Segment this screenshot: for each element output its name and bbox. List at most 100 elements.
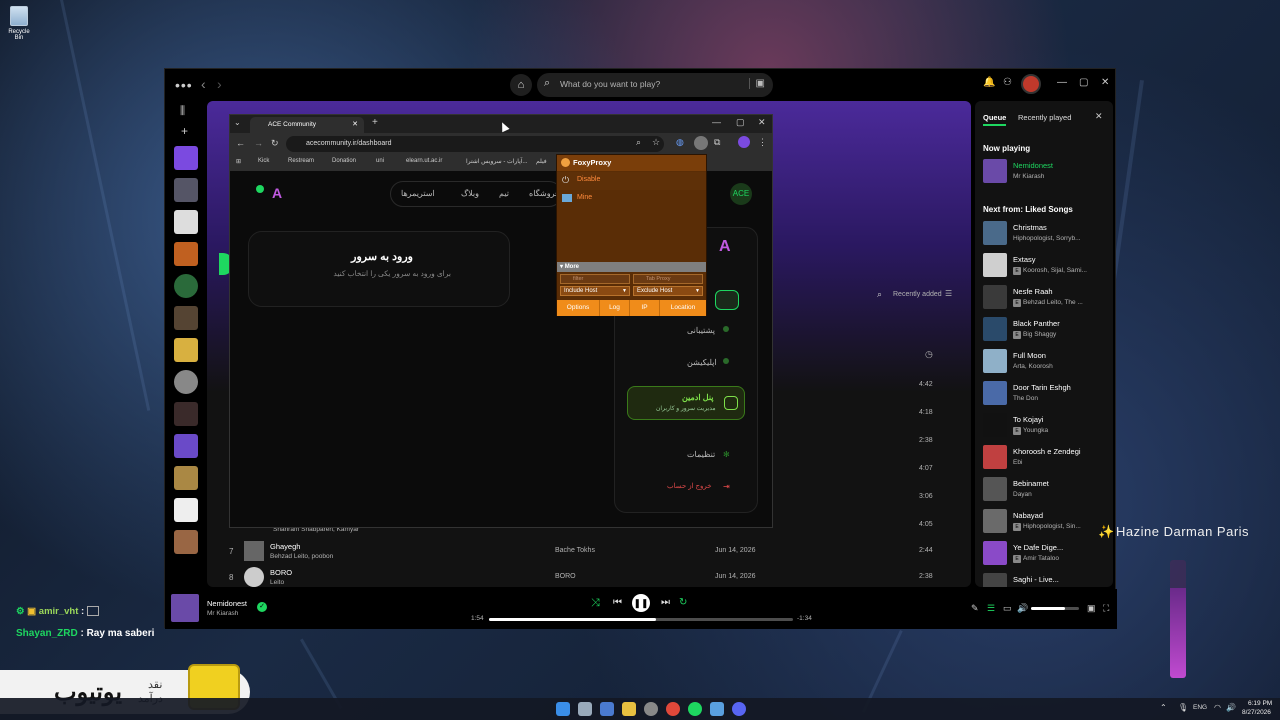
queue-item[interactable]: Khoroosh e Zendegi Ebi	[983, 445, 1109, 471]
devices-icon[interactable]: ▭	[1003, 603, 1012, 614]
address-bar[interactable]: acecommunity.ir/dashboard	[286, 136, 664, 152]
nav-streamers[interactable]: استریمرها	[401, 189, 435, 198]
clock-time[interactable]: 6:19 PM	[1248, 700, 1272, 707]
menu-settings[interactable]: تنظیمات	[687, 450, 715, 459]
foxy-include-host-select[interactable]: Include Host ▼	[560, 286, 630, 296]
previous-icon[interactable]: ⏮	[613, 597, 622, 608]
url-text[interactable]: acecommunity.ir/dashboard	[306, 140, 391, 147]
library-tile[interactable]	[174, 434, 198, 458]
search-library-icon[interactable]: ⌕	[877, 289, 882, 300]
miniplayer-icon[interactable]: ▣	[1087, 603, 1096, 614]
library-tile[interactable]	[174, 306, 198, 330]
now-playing-art[interactable]	[171, 594, 199, 622]
foxy-filter-input[interactable]: filter	[560, 274, 630, 284]
search-taskbar-icon[interactable]	[578, 702, 592, 716]
sort-recently-added[interactable]: Recently added	[893, 291, 942, 298]
more-options-icon[interactable]: •••	[175, 77, 193, 93]
site-logo[interactable]: A	[272, 185, 282, 201]
bookmark-uni[interactable]: uni	[376, 158, 384, 164]
foxy-exclude-host-select[interactable]: Exclude Host ▼	[633, 286, 703, 296]
bookmark-elearn[interactable]: elearn.ut.ac.ir	[406, 158, 442, 164]
close-icon[interactable]: ✕	[1095, 111, 1103, 122]
volume-tray-icon[interactable]: 🔊	[1226, 703, 1236, 712]
queue-item[interactable]: Saghi - Live...	[983, 573, 1109, 587]
minimize-icon[interactable]: —	[1057, 77, 1067, 88]
table-row[interactable]: 8 BORO Leito BORO Jun 14, 2026 2:38	[207, 565, 971, 587]
reload-icon[interactable]: ↻	[271, 138, 279, 149]
close-tab-icon[interactable]: ✕	[352, 120, 358, 128]
queue-item[interactable]: To Kojayi E Youngka	[983, 413, 1109, 439]
track-title[interactable]: Ghayegh	[270, 542, 300, 551]
foxy-disable-option[interactable]: ⏻ Disable	[557, 172, 706, 190]
menu-admin-panel[interactable]: پنل ادمین مدیریت سرور و کاربران	[627, 386, 745, 420]
close-icon[interactable]: ✕	[758, 117, 766, 128]
browse-icon[interactable]: ▣	[748, 78, 765, 89]
tray-chevron-icon[interactable]: ⌃	[1160, 703, 1167, 712]
foxy-mine-option[interactable]: Mine	[557, 190, 706, 208]
library-tile[interactable]	[174, 498, 198, 522]
extensions-puzzle-icon[interactable]: ⧉	[714, 137, 720, 148]
bookmark-restream[interactable]: Restream	[288, 158, 314, 164]
menu-support[interactable]: پشتیبانی	[687, 326, 715, 335]
library-tile[interactable]	[174, 338, 198, 362]
track-album[interactable]: BORO	[555, 573, 576, 580]
forward-arrow-icon[interactable]: →	[254, 138, 263, 148]
queue-now-playing[interactable]: Nemidonest Mr Kiarash	[983, 159, 1109, 185]
forward-arrow-icon[interactable]: ›	[217, 76, 222, 92]
queue-item[interactable]: Door Tarin Eshgh The Don	[983, 381, 1109, 407]
ace-logo[interactable]: ACE	[730, 183, 752, 205]
language-indicator[interactable]: ENG	[1193, 704, 1207, 711]
search-bar[interactable]: ⌕ What do you want to play? ▣	[537, 73, 773, 97]
progress-bar[interactable]	[489, 618, 793, 621]
fullscreen-icon[interactable]: ⛶	[1103, 603, 1109, 614]
queue-item[interactable]: Full Moon Arta, Koorosh	[983, 349, 1109, 375]
foxy-more-toggle[interactable]: ▾ More	[557, 262, 706, 272]
tab-queue[interactable]: Queue	[983, 113, 1007, 126]
list-view-icon[interactable]: ☰	[945, 289, 952, 298]
player-artist[interactable]: Mr Kiarash	[207, 610, 238, 617]
foxy-ip-button[interactable]: IP	[630, 300, 660, 316]
menu-application[interactable]: اپلیکیشن	[687, 358, 717, 367]
foxyproxy-extension-icon[interactable]	[694, 136, 708, 150]
recycle-bin[interactable]: Recycle Bin	[4, 6, 34, 41]
menu-active-icon[interactable]	[715, 290, 739, 310]
app-taskbar-icon[interactable]	[600, 702, 614, 716]
liked-check-icon[interactable]: ✓	[257, 602, 267, 612]
notepad-icon[interactable]	[710, 702, 724, 716]
close-icon[interactable]: ✕	[1101, 77, 1109, 88]
browser-menu-icon[interactable]: ⋮	[758, 137, 767, 148]
bookmark-donation[interactable]: Donation	[332, 158, 356, 164]
tab-recently-played[interactable]: Recently played	[1018, 113, 1071, 122]
nav-blog[interactable]: وبلاگ	[461, 189, 479, 198]
avatar[interactable]	[1021, 74, 1041, 94]
bookmark-kick[interactable]: Kick	[258, 158, 269, 164]
foxy-options-button[interactable]: Options	[557, 300, 600, 316]
table-row[interactable]: 7 Ghayegh Behzad Leito, poobon Bache Tok…	[207, 539, 971, 563]
foxy-tab-proxy-input[interactable]: Tab Proxy	[633, 274, 703, 284]
home-button[interactable]: ⌂	[510, 74, 532, 96]
library-tile[interactable]	[174, 402, 198, 426]
library-tile[interactable]	[174, 466, 198, 490]
browser-tab[interactable]: ACE Community ✕	[250, 117, 364, 133]
clock-date[interactable]: 8/27/2026	[1242, 709, 1271, 716]
minimize-icon[interactable]: —	[712, 117, 721, 127]
maximize-icon[interactable]: ▢	[1079, 77, 1088, 88]
maximize-icon[interactable]: ▢	[736, 117, 745, 128]
file-explorer-icon[interactable]	[622, 702, 636, 716]
track-title[interactable]: BORO	[270, 568, 292, 577]
pause-button[interactable]: ❚❚	[632, 594, 650, 612]
foxy-location-button[interactable]: Location	[660, 300, 706, 316]
track-artist[interactable]: Leito	[270, 579, 284, 586]
bell-icon[interactable]: 🔔	[983, 77, 995, 88]
library-tile[interactable]	[174, 370, 198, 394]
new-tab-icon[interactable]: +	[372, 117, 378, 128]
friends-icon[interactable]: ⚇	[1003, 77, 1012, 88]
discord-icon[interactable]	[732, 702, 746, 716]
bookmark-star-icon[interactable]: ☆	[652, 137, 660, 148]
shuffle-icon[interactable]: ⤨	[591, 597, 600, 610]
library-tile[interactable]	[174, 274, 198, 298]
library-icon[interactable]: ⫼	[180, 105, 201, 118]
microphone-icon[interactable]: 🎙	[1178, 703, 1188, 712]
library-tile[interactable]	[174, 242, 198, 266]
queue-item[interactable]: Bebinamet Dayan	[983, 477, 1109, 503]
